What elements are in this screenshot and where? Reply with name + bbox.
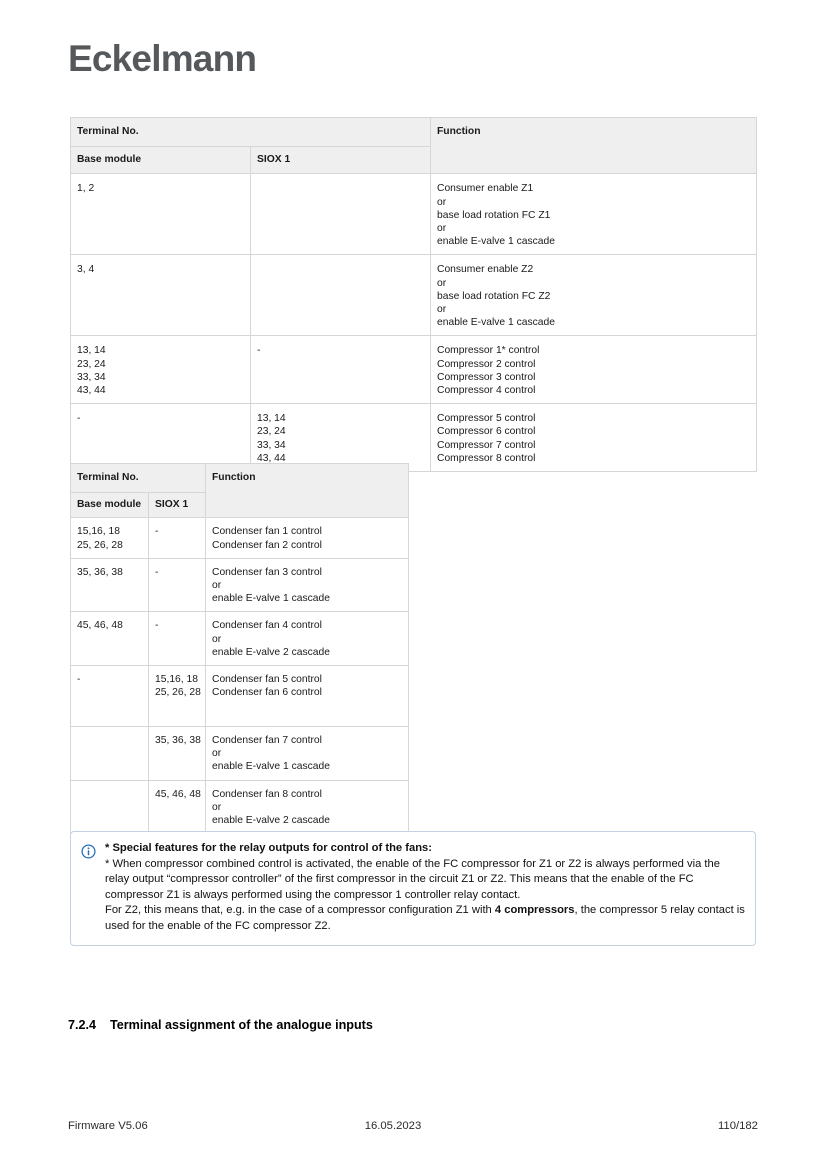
footer-firmware: Firmware V5.06 [68, 1120, 148, 1132]
table-header-row: Terminal No. Function [69, 116, 758, 175]
note-p2-part-a: For Z2, this means that, e.g. in the cas… [105, 904, 495, 917]
cell-siox1 [249, 173, 432, 256]
cell-siox1: 13, 14 23, 24 33, 34 43, 44 [249, 403, 432, 473]
cell-function: Compressor 1* control Compressor 2 contro… [430, 335, 758, 405]
table-row: 3, 4 Consumer enable Z2 or base load rotat… [70, 254, 758, 337]
document-page: Eckelmann Terminal No. Function Base mod… [0, 0, 827, 1169]
note-p2-emphasis: 4 compressors [494, 904, 575, 917]
cell-base-module: - [70, 665, 149, 728]
section-title: Terminal assignment of the analogue inpu… [110, 1018, 373, 1032]
page-footer: Firmware V5.06 16.05.2023 110/182 [68, 1120, 758, 1132]
info-note-box: * Special features for the relay outputs… [70, 831, 756, 946]
table1-header-base-module: Base module [70, 146, 251, 175]
cell-function: Condenser fan 8 control or enable E-valve … [205, 779, 410, 835]
cell-function: Condenser fan 3 control or enable E-valve … [205, 557, 410, 613]
cell-function: Condenser fan 5 control Condenser fan 6 c… [205, 665, 410, 728]
table2-header-base-module: Base module [70, 492, 149, 519]
cell-function: Consumer enable Z2 or base load rotation F… [430, 254, 758, 337]
cell-base-module: 35, 36, 38 [70, 557, 149, 613]
table-row: 15,16, 18 25, 26, 28 - Condenser fan 1 co… [70, 517, 410, 559]
table-row: 35, 36, 38 - Condenser fan 3 control or en… [70, 557, 410, 613]
table-row: 35, 36, 38 Condenser fan 7 control or enab… [70, 726, 410, 781]
cell-base-module: 13, 14 23, 24 33, 34 43, 44 [70, 335, 251, 405]
info-note-title: * Special features for the relay outputs… [105, 842, 432, 854]
table1-header-function: Function [430, 116, 758, 175]
cell-siox1: - [147, 517, 207, 559]
table-row: - 13, 14 23, 24 33, 34 43, 44 Compressor 5 … [70, 403, 758, 473]
cell-base-module: 1, 2 [70, 173, 251, 256]
cell-base-module: 45, 46, 48 [70, 611, 149, 667]
table2-header-function: Function [205, 462, 410, 519]
cell-siox1: - [147, 611, 207, 667]
footer-date: 16.05.2023 [364, 1120, 422, 1132]
table-row: 45, 46, 48 - Condenser fan 4 control or en… [70, 611, 410, 667]
table-row: 13, 14 23, 24 33, 34 43, 44 - Compressor 1*… [70, 335, 758, 405]
section-heading: 7.2.4 Terminal assignment of the analogue… [68, 1018, 373, 1032]
table-row: 1, 2 Consumer enable Z1 or base load rotat… [70, 173, 758, 256]
relay-outputs-table-condenser-fans: Terminal No. Function Base module SIOX 1… [69, 462, 410, 835]
relay-outputs-table-compressors: Terminal No. Function Base module SIOX 1… [69, 116, 758, 473]
table2-header-siox1: SIOX 1 [147, 492, 207, 519]
cell-siox1 [249, 254, 432, 337]
table-header-row: Terminal No. Function [69, 462, 410, 519]
table2-header-terminal-no: Terminal No. [69, 462, 207, 494]
table1-header-terminal-no: Terminal No. [69, 116, 432, 148]
cell-siox1: - [147, 557, 207, 613]
table-row: - 15,16, 18 25, 26, 28 Condenser fan 5 co… [70, 665, 410, 728]
info-note-paragraph-2: For Z2, this means that, e.g. in the cas… [105, 903, 745, 934]
cell-function: Condenser fan 1 control Condenser fan 2 c… [205, 517, 410, 559]
footer-page-number: 110/182 [717, 1120, 758, 1132]
cell-siox1: 15,16, 18 25, 26, 28 [147, 665, 207, 728]
cell-function: Condenser fan 7 control or enable E-valve … [205, 726, 410, 781]
cell-function: Compressor 5 control Compressor 6 control… [430, 403, 758, 473]
table1-header-siox1: SIOX 1 [249, 146, 432, 175]
cell-base-module: 15,16, 18 25, 26, 28 [70, 517, 149, 559]
cell-siox1: 35, 36, 38 [147, 726, 207, 781]
cell-base-module: 3, 4 [70, 254, 251, 337]
cell-base-module: - [70, 403, 251, 473]
cell-siox1: 45, 46, 48 [147, 779, 207, 835]
eckelmann-logo: Eckelmann [68, 38, 257, 79]
info-note-paragraph-1: * When compressor combined control is ac… [105, 857, 720, 901]
section-number: 7.2.4 [68, 1018, 97, 1032]
table-row: 45, 46, 48 Condenser fan 8 control or enab… [70, 779, 410, 835]
cell-base-module [70, 779, 149, 835]
cell-function: Consumer enable Z1 or base load rotation F… [430, 173, 758, 256]
info-circle-icon [81, 844, 96, 859]
cell-function: Condenser fan 4 control or enable E-valve … [205, 611, 410, 667]
info-note-text: * Special features for the relay outputs… [105, 841, 745, 935]
cell-base-module [70, 726, 149, 781]
cell-siox1: - [249, 335, 432, 405]
